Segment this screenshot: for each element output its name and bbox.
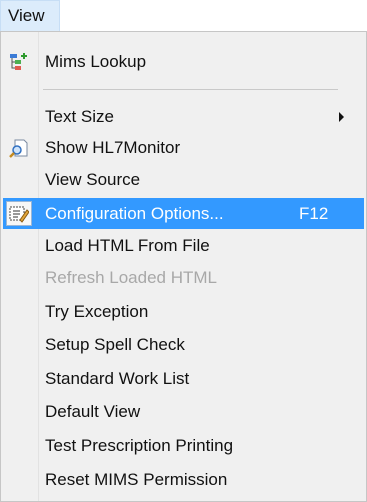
- menu-item-label: Default View: [45, 401, 141, 421]
- menu-item-label: View Source: [45, 169, 141, 189]
- menu-item-shortcut: F12: [299, 203, 329, 223]
- view-menu[interactable]: View: [0, 0, 60, 32]
- submenu-arrow-icon: [339, 112, 344, 122]
- menu-item-setup-spell-check[interactable]: Setup Spell Check: [3, 329, 364, 360]
- menu-item-label: Standard Work List: [45, 368, 190, 388]
- menu-item-label: Setup Spell Check: [45, 334, 185, 354]
- menu-item-label: Try Exception: [45, 301, 149, 321]
- icon-frame: [6, 201, 32, 226]
- menu-bar: View: [0, 0, 367, 32]
- view-dropdown-menu: Mims Lookup Text Size Show HL7Monitor Vi…: [0, 31, 367, 502]
- menu-item-configuration-options[interactable]: Configuration Options... F12: [3, 198, 364, 229]
- menu-item-label: Test Prescription Printing: [45, 435, 234, 455]
- document-search-icon: [9, 139, 28, 158]
- menu-item-view-source[interactable]: View Source: [3, 164, 364, 195]
- menu-item-label: Text Size: [45, 106, 114, 126]
- menu-item-load-html-from-file[interactable]: Load HTML From File: [3, 230, 364, 261]
- menu-item-label: Mims Lookup: [45, 51, 147, 71]
- menu-item-test-prescription-printing[interactable]: Test Prescription Printing: [3, 430, 364, 461]
- config-edit-icon: [9, 206, 29, 223]
- menu-item-standard-work-list[interactable]: Standard Work List: [3, 363, 364, 394]
- menu-item-reset-mims-permission[interactable]: Reset MIMS Permission: [3, 464, 364, 495]
- menu-item-label: Reset MIMS Permission: [45, 469, 228, 489]
- tree-add-icon: [10, 53, 27, 70]
- menu-item-refresh-loaded-html: Refresh Loaded HTML: [3, 262, 364, 293]
- menu-item-default-view[interactable]: Default View: [3, 396, 364, 427]
- menu-item-label: Show HL7Monitor: [45, 137, 181, 157]
- menu-item-show-hl7monitor[interactable]: Show HL7Monitor: [3, 132, 364, 163]
- menu-separator: [43, 89, 338, 90]
- menu-item-text-size[interactable]: Text Size: [3, 101, 364, 132]
- menu-item-label: Refresh Loaded HTML: [45, 267, 217, 287]
- menu-item-label: Configuration Options...: [45, 203, 224, 223]
- view-menu-label: View: [8, 6, 45, 25]
- menu-item-mims-lookup[interactable]: Mims Lookup: [3, 46, 364, 77]
- menu-item-label: Load HTML From File: [45, 235, 210, 255]
- menu-item-try-exception[interactable]: Try Exception: [3, 296, 364, 327]
